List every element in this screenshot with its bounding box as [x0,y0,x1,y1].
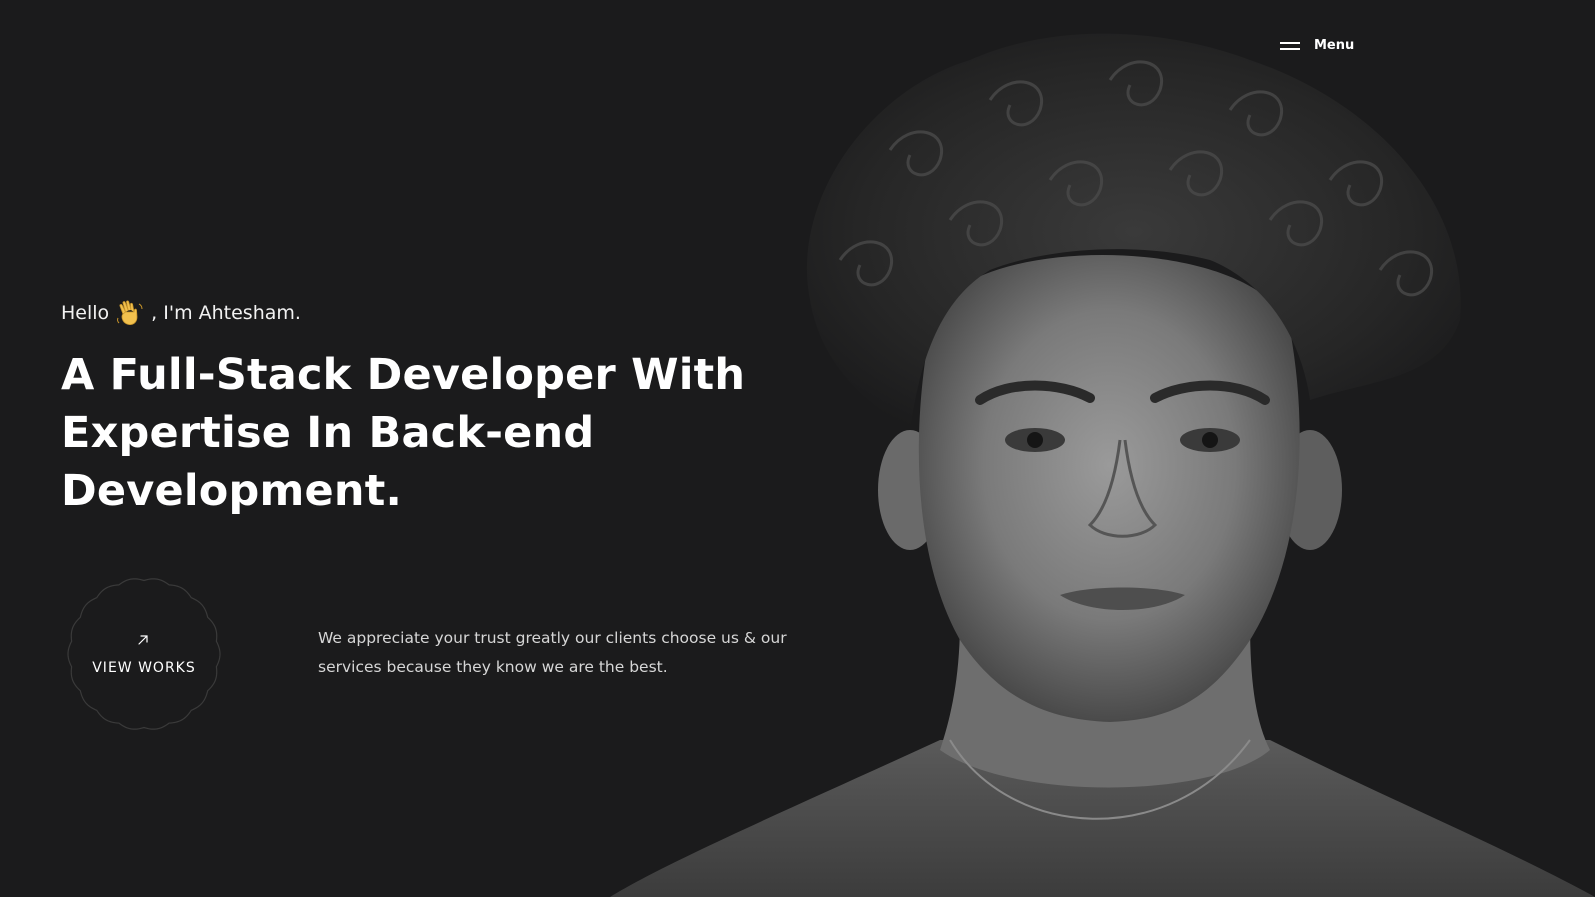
waving-hand-icon [117,300,143,325]
page-title: A Full-Stack Developer With Expertise In… [61,350,746,516]
hamburger-icon [1280,40,1300,52]
greeting: Hello , I'm Ahtesham. [61,298,301,328]
view-works-label: VIEW WORKS [92,660,196,676]
view-works-button[interactable]: VIEW WORKS [64,574,224,734]
badge-ring [67,578,221,730]
hero-page: Menu Hello , I'm Ahtesham. A Full-Stack … [0,0,1595,897]
menu-label: Menu [1314,38,1355,53]
hero-description: We appreciate your trust greatly our cli… [318,629,787,676]
greeting-hello: Hello [61,302,110,324]
arrow-up-right-icon [138,635,148,645]
greeting-name: , I'm Ahtesham. [151,302,301,324]
menu-button[interactable]: Menu [1280,38,1354,53]
